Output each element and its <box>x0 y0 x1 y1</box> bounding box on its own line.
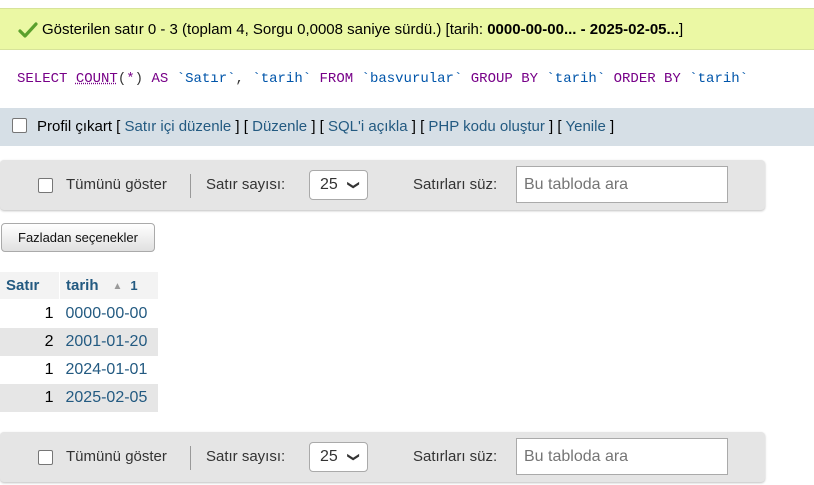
sql-select: SELECT <box>17 71 68 87</box>
table-row[interactable]: 2 2001-01-20 <box>0 328 158 356</box>
sql-count: COUNT <box>75 71 118 87</box>
sql-group-by: GROUP BY <box>470 71 538 87</box>
sort-order-number: 1 <box>130 278 138 293</box>
filter-input[interactable]: Bu tabloda ara <box>516 166 728 203</box>
show-all-checkbox[interactable] <box>38 178 53 193</box>
message-range: 0000-00-00... - 2025-02-05... <box>487 21 680 38</box>
profile-checkbox[interactable] <box>12 118 27 133</box>
rows-select[interactable]: 25 ❯ <box>309 442 368 472</box>
column-header-count[interactable]: Satır <box>0 272 60 300</box>
divider <box>190 446 191 470</box>
sql-order-by: ORDER BY <box>613 71 681 87</box>
cell-count: 2 <box>0 328 60 356</box>
link-create-php[interactable]: PHP kodu oluştur <box>428 118 544 135</box>
sql-star: * <box>126 71 135 87</box>
sql-from: FROM <box>319 71 354 87</box>
query-tools: Profil çıkart [ Satır içi düzenle ] [ Dü… <box>0 108 814 146</box>
chevron-down-icon: ❯ <box>346 451 361 463</box>
cell-date[interactable]: 2001-01-20 <box>59 328 158 356</box>
nav-bar-top: Tümünü göster Satır sayısı: 25 ❯ Satırla… <box>0 160 765 210</box>
sql-as: AS <box>151 71 169 87</box>
sql-col: `tarih` <box>252 71 312 87</box>
sql-order-col: `tarih` <box>689 71 749 87</box>
show-all-label[interactable]: Tümünü göster <box>66 176 167 193</box>
link-explain-sql[interactable]: SQL'i açıkla <box>328 118 408 135</box>
table-row[interactable]: 1 0000-00-00 <box>0 299 158 328</box>
column-header-date-label: tarih <box>66 277 99 294</box>
result-table: Satır tarih ▲ 1 1 0000-00-00 2 2001-01-20 … <box>0 272 158 412</box>
message-suffix: ] <box>679 21 684 38</box>
table-row[interactable]: 1 2025-02-05 <box>0 384 158 412</box>
nav-bar-bottom: Tümünü göster Satır sayısı: 25 ❯ Satırla… <box>0 432 765 482</box>
filter-label: Satırları süz: <box>413 176 498 193</box>
rows-select[interactable]: 25 ❯ <box>309 170 368 200</box>
sql-comma: , <box>235 71 244 87</box>
show-all-label[interactable]: Tümünü göster <box>66 448 167 465</box>
rows-select-value: 25 <box>320 448 338 465</box>
show-all-checkbox[interactable] <box>38 450 53 465</box>
table-row[interactable]: 1 2024-01-01 <box>0 356 158 384</box>
cell-date[interactable]: 0000-00-00 <box>59 299 158 328</box>
sql-group-col: `tarih` <box>546 71 606 87</box>
cell-count: 1 <box>0 299 60 328</box>
sql-paren-open: ( <box>117 71 127 87</box>
cell-count: 1 <box>0 384 60 412</box>
filter-label: Satırları süz: <box>413 448 498 465</box>
rows-label: Satır sayısı: <box>206 176 286 193</box>
sort-asc-icon: ▲ <box>112 281 123 292</box>
link-edit[interactable]: Düzenle <box>252 118 307 135</box>
cell-date[interactable]: 2024-01-01 <box>59 356 158 384</box>
sql-alias: `Satır` <box>176 71 236 87</box>
sql-table: `basvurular` <box>361 71 463 87</box>
column-header-date[interactable]: tarih ▲ 1 <box>59 272 158 300</box>
more-options-button[interactable]: Fazladan seçenekler <box>1 223 155 252</box>
link-refresh[interactable]: Yenile <box>565 118 605 135</box>
chevron-down-icon: ❯ <box>346 179 361 191</box>
cell-count: 1 <box>0 356 60 384</box>
profile-label: Profil çıkart <box>37 118 113 135</box>
divider <box>190 174 191 198</box>
sql-query[interactable]: SELECT COUNT(*) AS `Satır`, `tarih` FROM… <box>0 50 814 108</box>
check-icon <box>18 22 38 38</box>
sql-paren-close: ) <box>134 71 144 87</box>
cell-date[interactable]: 2025-02-05 <box>59 384 158 412</box>
success-message: Gösterilen satır 0 - 3 (toplam 4, Sorgu … <box>0 8 814 50</box>
message-text: Gösterilen satır 0 - 3 (toplam 4, Sorgu … <box>42 21 488 38</box>
rows-select-value: 25 <box>320 176 338 193</box>
rows-label: Satır sayısı: <box>206 448 286 465</box>
filter-input[interactable]: Bu tabloda ara <box>516 438 728 475</box>
link-inline-edit[interactable]: Satır içi düzenle <box>125 118 232 135</box>
